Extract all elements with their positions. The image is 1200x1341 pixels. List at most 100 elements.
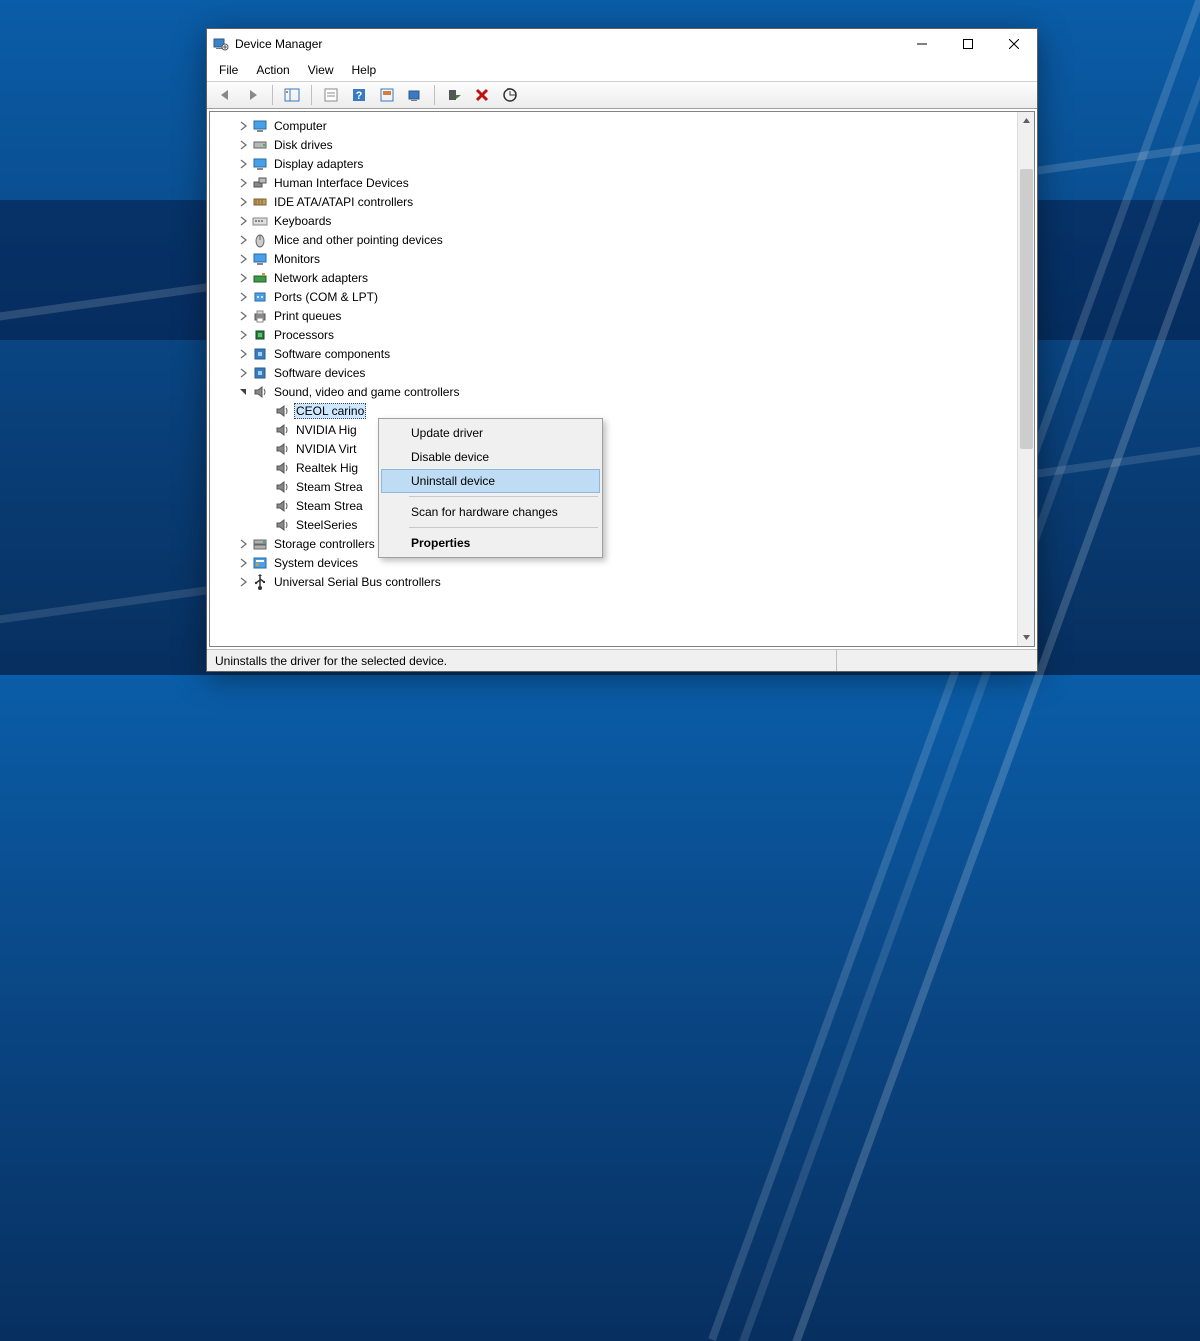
context-menu-item[interactable]: Update driver — [381, 421, 600, 445]
menu-file[interactable]: File — [211, 61, 246, 79]
close-button[interactable] — [991, 29, 1037, 59]
expand-icon[interactable] — [236, 290, 250, 304]
expand-spacer — [258, 518, 272, 532]
tree-device[interactable]: Steam Strea — [258, 477, 1017, 496]
menu-action[interactable]: Action — [248, 61, 297, 79]
tree-device[interactable]: CEOL carino — [258, 401, 1017, 420]
tree-label: Sound, video and game controllers — [272, 384, 461, 400]
help-button[interactable]: ? — [347, 83, 371, 107]
context-menu-item[interactable]: Scan for hardware changes — [381, 500, 600, 524]
expand-icon[interactable] — [236, 195, 250, 209]
tree-category[interactable]: Mice and other pointing devices — [236, 230, 1017, 249]
system-icon — [252, 555, 268, 571]
context-menu-item[interactable]: Uninstall device — [381, 469, 600, 493]
tree-label: Steam Strea — [294, 479, 365, 495]
port-icon — [252, 289, 268, 305]
collapse-icon[interactable] — [236, 385, 250, 399]
tree-device[interactable]: NVIDIA Virt — [258, 439, 1017, 458]
expand-icon[interactable] — [236, 176, 250, 190]
menu-help[interactable]: Help — [344, 61, 385, 79]
storage-icon — [252, 536, 268, 552]
uninstall-device-button[interactable] — [470, 83, 494, 107]
maximize-button[interactable] — [945, 29, 991, 59]
expand-icon[interactable] — [236, 309, 250, 323]
tree-category[interactable]: Ports (COM & LPT) — [236, 287, 1017, 306]
expand-icon[interactable] — [236, 556, 250, 570]
enable-device-button[interactable] — [442, 83, 466, 107]
mouse-icon — [252, 232, 268, 248]
tree-category[interactable]: Processors — [236, 325, 1017, 344]
tree-category[interactable]: Computer — [236, 116, 1017, 135]
expand-icon[interactable] — [236, 119, 250, 133]
tree-label: Disk drives — [272, 137, 335, 153]
tree-device[interactable]: Realtek Hig — [258, 458, 1017, 477]
tree-category[interactable]: Software components — [236, 344, 1017, 363]
expand-icon[interactable] — [236, 233, 250, 247]
content-area: Computer Disk drives Display adapters Hu… — [209, 111, 1035, 647]
toolbar: ? — [207, 81, 1037, 109]
tree-category[interactable]: System devices — [236, 553, 1017, 572]
tree-label: IDE ATA/ATAPI controllers — [272, 194, 415, 210]
tree-category[interactable]: Storage controllers — [236, 534, 1017, 553]
vertical-scrollbar[interactable] — [1017, 112, 1034, 646]
expand-icon[interactable] — [236, 328, 250, 342]
monitor-icon — [252, 118, 268, 134]
scan-hardware-button[interactable] — [498, 83, 522, 107]
tree-category[interactable]: Monitors — [236, 249, 1017, 268]
speaker-icon — [274, 403, 290, 419]
expand-icon[interactable] — [236, 575, 250, 589]
window-title: Device Manager — [235, 37, 322, 51]
scroll-thumb[interactable] — [1020, 169, 1033, 449]
tree-category[interactable]: Network adapters — [236, 268, 1017, 287]
tree-label: Steam Strea — [294, 498, 365, 514]
tree-label: Mice and other pointing devices — [272, 232, 445, 248]
expand-icon[interactable] — [236, 157, 250, 171]
expand-icon[interactable] — [236, 271, 250, 285]
tree-device[interactable]: Steam Strea — [258, 496, 1017, 515]
tree-device[interactable]: NVIDIA Hig — [258, 420, 1017, 439]
scroll-down-button[interactable] — [1019, 629, 1034, 646]
tree-label: Software components — [272, 346, 392, 362]
back-button[interactable] — [213, 83, 237, 107]
tree-category[interactable]: Universal Serial Bus controllers — [236, 572, 1017, 591]
properties-button[interactable] — [319, 83, 343, 107]
expand-icon[interactable] — [236, 214, 250, 228]
context-menu-item[interactable]: Disable device — [381, 445, 600, 469]
tree-category[interactable]: Keyboards — [236, 211, 1017, 230]
minimize-button[interactable] — [899, 29, 945, 59]
tree-category[interactable]: Display adapters — [236, 154, 1017, 173]
tree-label: Processors — [272, 327, 336, 343]
scroll-track[interactable] — [1019, 129, 1034, 629]
expand-icon[interactable] — [236, 366, 250, 380]
device-manager-window: Device Manager File Action View Help ? C… — [206, 28, 1038, 672]
tree-category[interactable]: Human Interface Devices — [236, 173, 1017, 192]
expand-icon[interactable] — [236, 138, 250, 152]
tree-category[interactable]: Disk drives — [236, 135, 1017, 154]
tree-label: Storage controllers — [272, 536, 377, 552]
printer-icon — [252, 308, 268, 324]
tree-device[interactable]: SteelSeries — [258, 515, 1017, 534]
context-menu-item[interactable]: Properties — [381, 531, 600, 555]
tree-category[interactable]: IDE ATA/ATAPI controllers — [236, 192, 1017, 211]
tree-category[interactable]: Software devices — [236, 363, 1017, 382]
expand-spacer — [258, 442, 272, 456]
show-hide-tree-button[interactable] — [280, 83, 304, 107]
titlebar[interactable]: Device Manager — [207, 29, 1037, 59]
tree-category[interactable]: Print queues — [236, 306, 1017, 325]
toolbar-separator — [272, 85, 273, 105]
update-driver-button[interactable] — [403, 83, 427, 107]
tree-label: Human Interface Devices — [272, 175, 411, 191]
expand-icon[interactable] — [236, 252, 250, 266]
tree-category-sound[interactable]: Sound, video and game controllers — [236, 382, 1017, 401]
tree-label: NVIDIA Hig — [294, 422, 359, 438]
forward-button[interactable] — [241, 83, 265, 107]
action-button[interactable] — [375, 83, 399, 107]
expand-spacer — [258, 461, 272, 475]
scroll-up-button[interactable] — [1019, 112, 1034, 129]
context-menu: Update driverDisable deviceUninstall dev… — [378, 418, 603, 558]
expand-icon[interactable] — [236, 347, 250, 361]
menu-view[interactable]: View — [300, 61, 342, 79]
device-tree[interactable]: Computer Disk drives Display adapters Hu… — [210, 112, 1017, 646]
expand-icon[interactable] — [236, 537, 250, 551]
status-text: Uninstalls the driver for the selected d… — [211, 650, 837, 671]
